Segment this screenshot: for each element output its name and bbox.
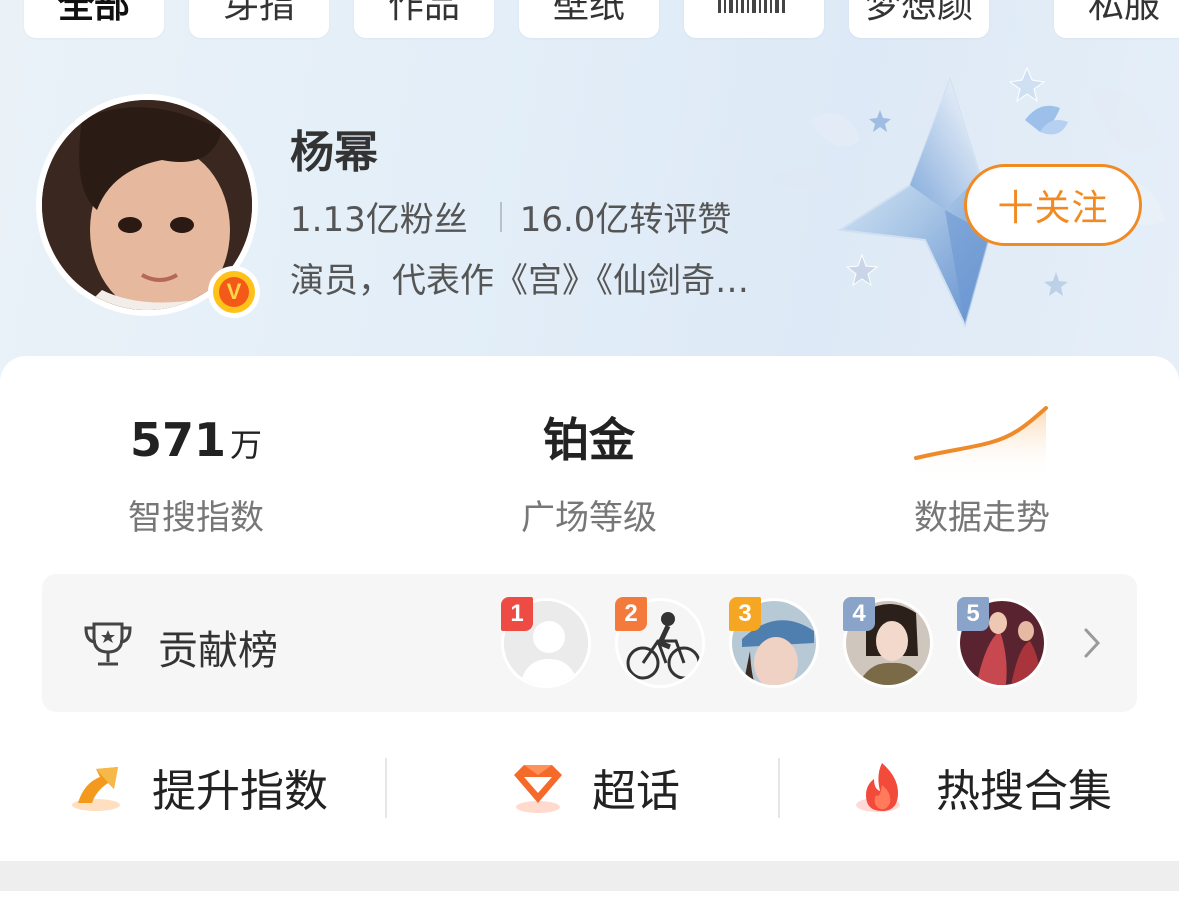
trend-chart-icon: [914, 406, 1048, 478]
trophy-icon: [84, 622, 132, 666]
rank-number: 3: [729, 597, 761, 631]
chevron-right-icon[interactable]: [1080, 626, 1104, 660]
metric-label: 智搜指数: [128, 498, 264, 538]
profile-name: 杨幂: [290, 127, 378, 178]
section-separator: [0, 861, 1179, 922]
engagement-count: 16.0亿转评赞: [519, 200, 732, 240]
arrow-up-icon: [72, 767, 120, 811]
page: 全部 芽指 作品 壁纸 梦想颜 私服 V 杨幂 1.13亿粉丝 16.0亿转评赞…: [0, 0, 1179, 922]
contribution-label: 贡献榜: [158, 628, 278, 674]
tab-label: 壁纸: [552, 0, 625, 26]
followers-count[interactable]: 1.13亿粉丝: [290, 192, 468, 241]
tab-label: 芽指: [222, 0, 295, 26]
profile-stats: 1.13亿粉丝 16.0亿转评赞: [290, 192, 731, 241]
rank-number: 5: [957, 597, 989, 631]
tab-all[interactable]: 全部: [24, 0, 164, 38]
rank-number: 4: [843, 597, 875, 631]
rank-number: 2: [615, 597, 647, 631]
follow-button-label: 十关注: [997, 188, 1109, 229]
next-section: [0, 891, 1179, 922]
diamond-icon: [514, 765, 562, 813]
action-label: 超话: [592, 766, 680, 817]
tab-works[interactable]: 作品: [354, 0, 494, 38]
tab-5[interactable]: [684, 0, 824, 38]
follow-button[interactable]: 十关注: [964, 164, 1142, 246]
metric-value: 571: [129, 413, 226, 467]
metric-unit: 万: [230, 426, 263, 464]
metric-label: 广场等级: [521, 498, 657, 538]
tab-wallpaper[interactable]: 壁纸: [519, 0, 659, 38]
profile-bio[interactable]: 演员，代表作《宫》《仙剑奇…: [290, 253, 800, 302]
metric-value: 铂金: [543, 413, 635, 467]
metric-plaza-level[interactable]: 铂金 广场等级: [459, 410, 719, 539]
hot-search-button[interactable]: 热搜合集: [854, 754, 1112, 820]
tab-label: 梦想颜: [864, 0, 973, 26]
super-topic-button[interactable]: 超话: [510, 754, 680, 820]
stats-divider: [499, 201, 502, 232]
verified-badge-letter: V: [219, 277, 249, 307]
metric-label: 数据走势: [914, 498, 1050, 538]
tab-bar: 全部 芽指 作品 壁纸 梦想颜 私服: [0, 0, 1179, 38]
tab-label: 作品: [387, 0, 460, 26]
verified-badge-icon: V: [208, 266, 260, 318]
tab-2[interactable]: 芽指: [189, 0, 329, 38]
action-divider: [778, 758, 780, 818]
tab-label: 全部: [57, 0, 130, 26]
rank-number: 1: [501, 597, 533, 631]
tab-6[interactable]: 梦想颜: [849, 0, 989, 38]
action-label: 提升指数: [152, 766, 328, 817]
flame-icon: [856, 763, 900, 812]
barcode-icon: [718, 0, 785, 13]
metric-search-index[interactable]: 571 万 智搜指数: [66, 410, 326, 539]
action-divider: [385, 758, 387, 818]
action-label: 热搜合集: [936, 766, 1112, 817]
tab-label: 私服: [1087, 0, 1160, 26]
tab-7[interactable]: 私服: [1054, 0, 1179, 38]
boost-index-button[interactable]: 提升指数: [70, 754, 328, 820]
